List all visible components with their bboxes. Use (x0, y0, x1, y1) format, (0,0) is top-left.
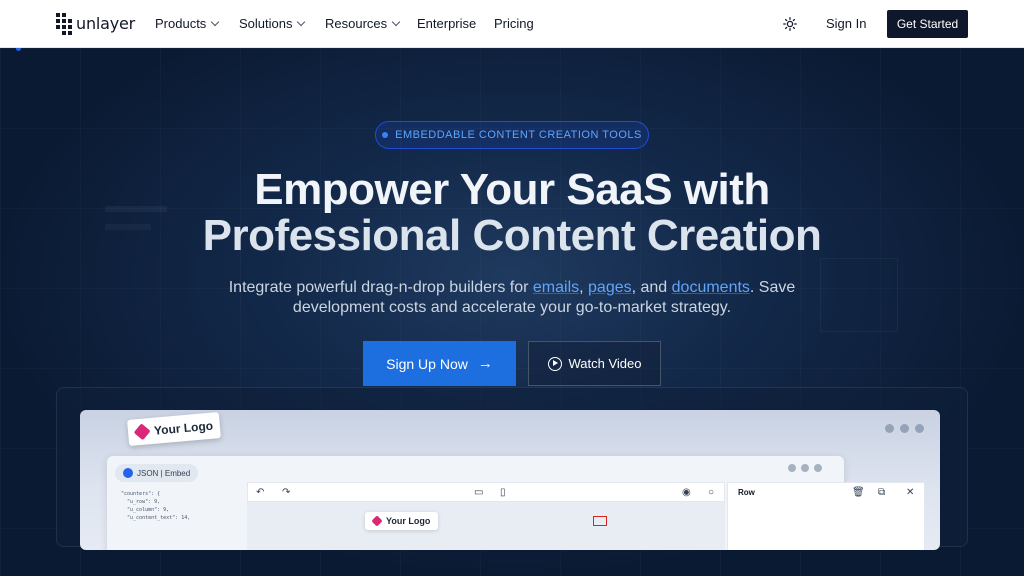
hero-badge: EMBEDDABLE CONTENT CREATION TOOLS (375, 121, 649, 149)
nav-resources-label: Resources (325, 16, 388, 31)
subtitle-text: . Save (749, 279, 796, 296)
window-controls (885, 424, 924, 433)
brand-logo[interactable]: unlayer (56, 12, 136, 35)
mail-icon (593, 516, 607, 526)
close-icon: ✕ (906, 487, 915, 498)
editor-toolbar: ↶ ↷ ▭ ▯ ◉ ○ (247, 482, 725, 502)
pages-link[interactable]: pages (588, 279, 632, 296)
pen-icon (133, 423, 151, 441)
properties-panel: Row 🗑 ⧉ ✕ (727, 482, 925, 550)
badge-text: EMBEDDABLE CONTENT CREATION TOOLS (395, 129, 642, 141)
watch-video-label: Watch Video (568, 356, 642, 371)
play-icon (547, 356, 562, 371)
brand-name: unlayer (76, 13, 136, 33)
code-icon (123, 468, 133, 478)
nav-solutions-label: Solutions (239, 16, 293, 31)
unlayer-logo-icon (56, 12, 72, 35)
editor-window: JSON | Embed "counters": { "u_row": 9, "… (107, 456, 925, 550)
nav-products[interactable]: Products (155, 16, 220, 31)
editor-window-controls (788, 464, 822, 472)
canvas-logo-block: Your Logo (365, 512, 439, 530)
json-pill-label: JSON | Embed (137, 468, 191, 478)
hero-subtitle-line-1: Integrate powerful drag-n-drop builders … (0, 277, 1024, 298)
nav-pricing[interactable]: Pricing (494, 16, 534, 31)
badge-dot-icon (382, 132, 389, 138)
sign-up-now-button[interactable]: Sign Up Now → (363, 341, 516, 386)
canvas-logo-text: Your Logo (386, 516, 431, 526)
undo-icon: ↶ (256, 487, 265, 498)
hero-title-line-2: Professional Content Creation (202, 211, 822, 260)
redo-icon: ↷ (282, 487, 291, 498)
chevron-down-icon (211, 17, 220, 27)
sun-icon[interactable] (783, 17, 797, 31)
delete-icon: 🗑 (852, 487, 865, 498)
watch-video-button[interactable]: Watch Video (528, 341, 661, 386)
nav-pricing-label: Pricing (494, 16, 534, 31)
top-navbar: unlayer Products Solutions Resources Ent… (0, 0, 1024, 48)
nav-enterprise[interactable]: Enterprise (417, 16, 476, 31)
desktop-icon: ▭ (474, 487, 484, 498)
nav-enterprise-label: Enterprise (417, 16, 477, 31)
mobile-icon: ▯ (500, 487, 506, 498)
emails-link[interactable]: emails (533, 279, 579, 296)
duplicate-icon: ⧉ (878, 487, 886, 498)
product-preview: Your Logo JSON | Embed "counters": { "u_… (80, 410, 940, 550)
arrow-right-icon: → (477, 355, 493, 372)
your-logo-tag: Your Logo (127, 412, 221, 446)
sign-up-label: Sign Up Now (386, 355, 468, 372)
panel-title: Row (738, 488, 755, 497)
chevron-down-icon (391, 17, 401, 27)
nav-products-label: Products (155, 16, 207, 31)
nav-resources[interactable]: Resources (325, 16, 401, 31)
json-code-snippet: "counters": { "u_row": 9, "u_column": 9,… (121, 491, 191, 521)
hero-title-line-1: Empower Your SaaS with (254, 165, 770, 214)
sign-in-link[interactable]: Sign In (826, 16, 866, 31)
subtitle-text: , and (631, 279, 672, 296)
hero-subtitle-line-2: development costs and accelerate your go… (292, 299, 732, 316)
get-started-button[interactable]: Get Started (887, 10, 968, 38)
subtitle-text: , (579, 279, 589, 296)
preview-eye-icon: ◉ (682, 487, 691, 498)
pen-icon (371, 515, 383, 527)
json-embed-pill: JSON | Embed (115, 464, 199, 482)
editor-canvas: Your Logo (247, 502, 725, 550)
comment-icon: ○ (708, 487, 715, 498)
documents-link[interactable]: documents (672, 279, 750, 296)
chevron-down-icon (297, 17, 306, 27)
your-logo-text: Your Logo (153, 418, 214, 438)
subtitle-text: Integrate powerful drag-n-drop builders … (228, 279, 533, 296)
nav-solutions[interactable]: Solutions (239, 16, 306, 31)
